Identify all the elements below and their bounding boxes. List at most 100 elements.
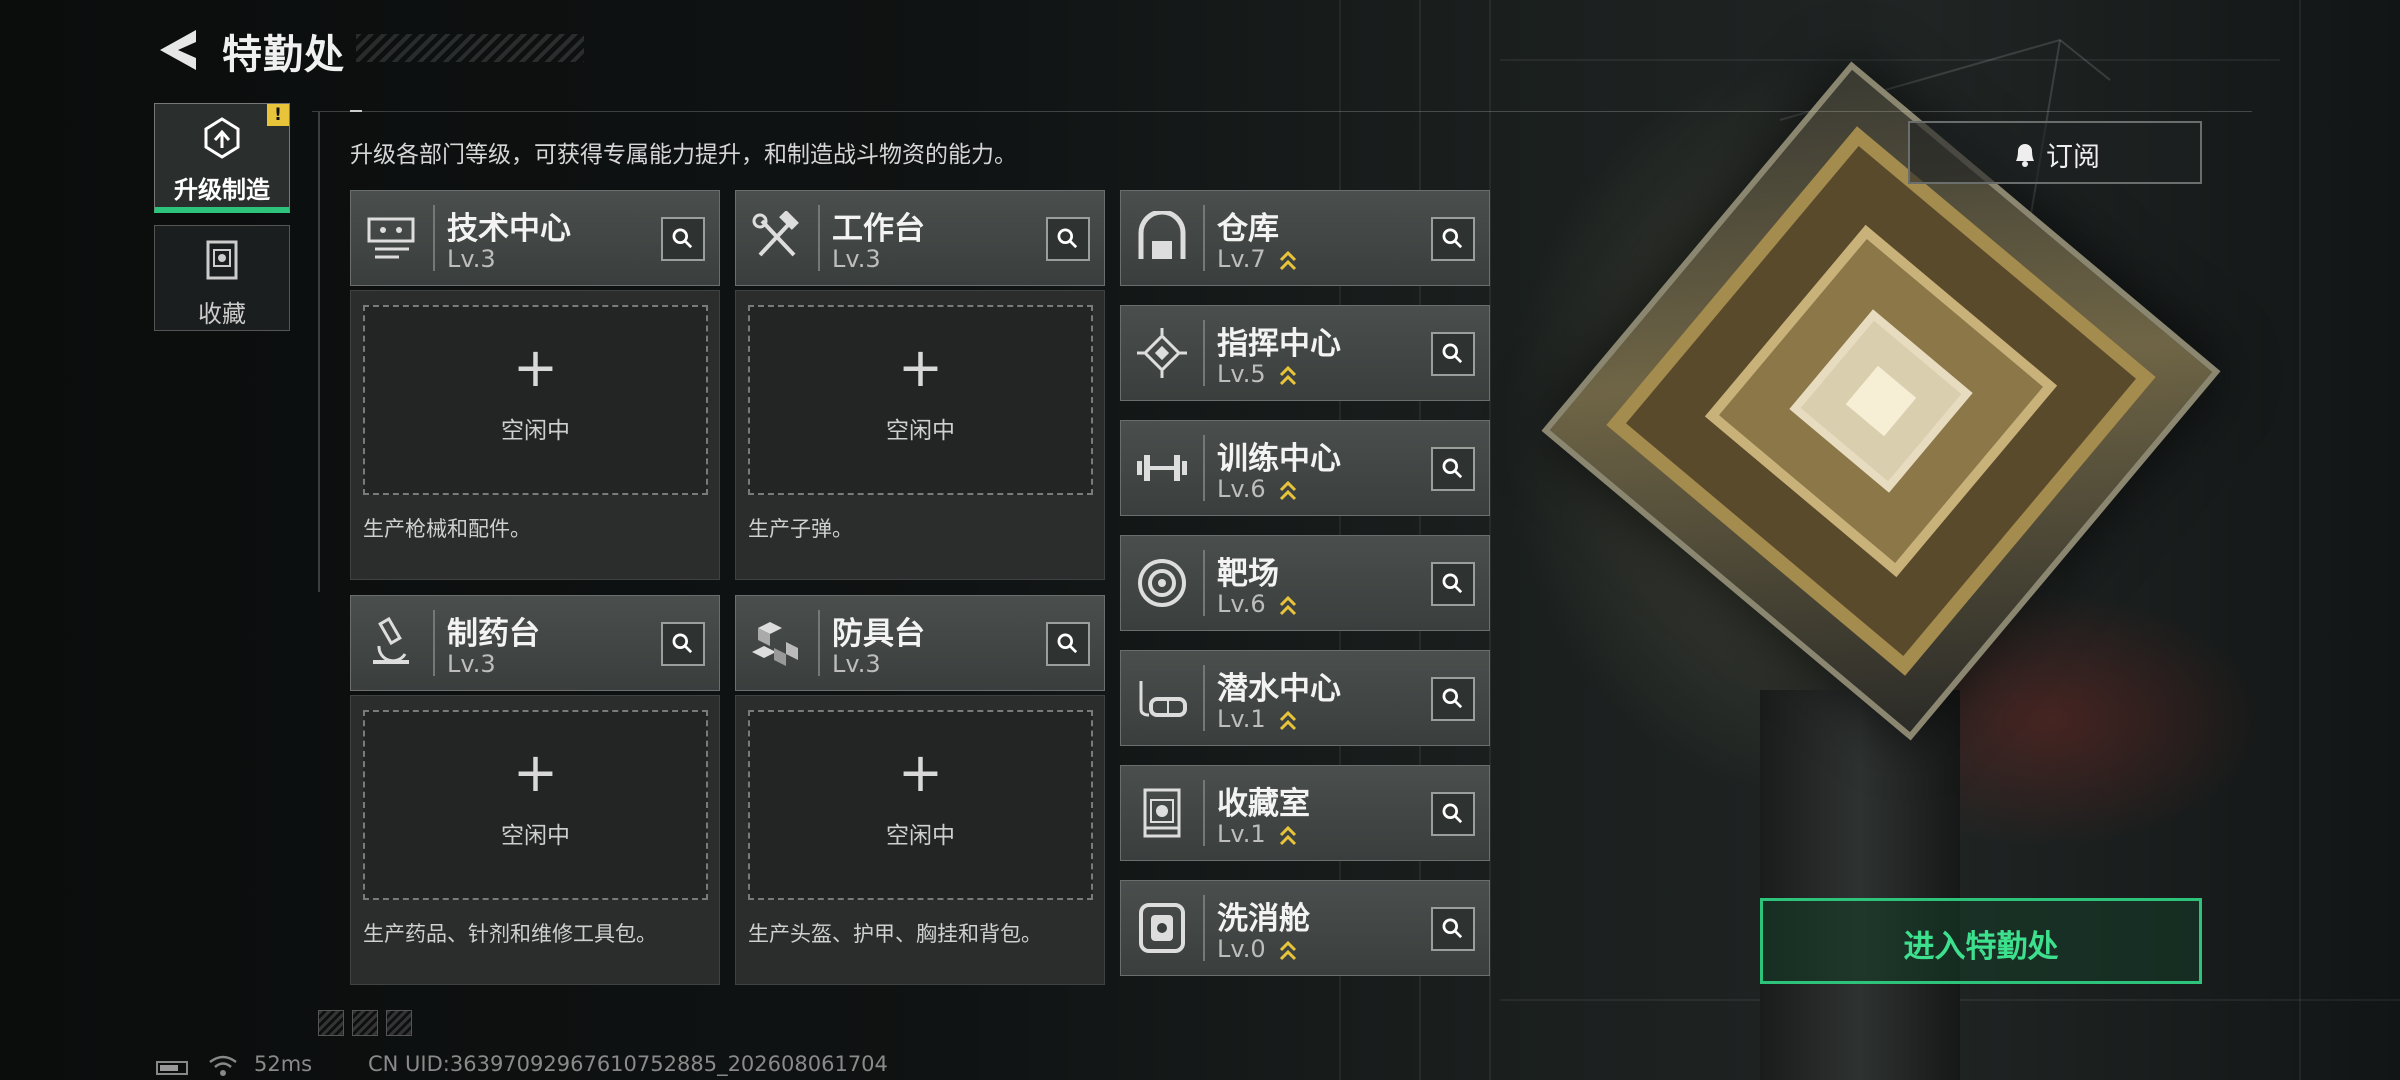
department-card-diving-center[interactable]: 潜水中心 Lv.1 xyxy=(1120,650,1490,746)
decon-pod-icon xyxy=(1139,903,1185,953)
upgrade-available-icon xyxy=(1279,710,1297,731)
idle-production-slot[interactable]: + 空闲中 xyxy=(748,710,1093,900)
department-description: 生产枪械和配件。 xyxy=(363,517,531,541)
alert-badge: ! xyxy=(267,104,289,126)
department-level: Lv.1 xyxy=(1217,820,1266,848)
upgrade-available-icon xyxy=(1279,595,1297,616)
dumbbell-icon xyxy=(1137,455,1187,481)
enter-label: 进入特勤处 xyxy=(1903,929,2059,965)
department-card-workbench[interactable]: 工作台 Lv.3 xyxy=(735,190,1105,286)
battery-icon xyxy=(156,1061,188,1075)
department-card-shooting-range[interactable]: 靶场 Lv.6 xyxy=(1120,535,1490,631)
search-icon[interactable] xyxy=(1431,677,1475,721)
enter-special-ops-button[interactable]: 进入特勤处 xyxy=(1760,898,2202,984)
decoration xyxy=(318,1010,344,1036)
department-card-decon-pod[interactable]: 洗消舱 Lv.0 xyxy=(1120,880,1490,976)
chip-icon xyxy=(1137,328,1187,378)
hammer-wrench-icon xyxy=(752,211,799,257)
department-card-warehouse[interactable]: 仓库 Lv.7 xyxy=(1120,190,1490,286)
department-description: 生产子弹。 xyxy=(748,517,853,541)
department-name: 训练中心 xyxy=(1217,441,1341,477)
search-icon[interactable] xyxy=(1431,217,1475,261)
department-card-training-center[interactable]: 训练中心 Lv.6 xyxy=(1120,420,1490,516)
department-level: Lv.3 xyxy=(832,650,881,678)
department-name: 收藏室 xyxy=(1217,786,1310,822)
slot-status: 空闲中 xyxy=(886,418,955,444)
idle-production-slot[interactable]: + 空闲中 xyxy=(363,305,708,495)
plus-icon: + xyxy=(512,741,559,804)
department-description: 生产头盔、护甲、胸挂和背包。 xyxy=(748,922,1042,946)
department-name: 仓库 xyxy=(1217,211,1279,247)
tech-center-icon xyxy=(367,217,415,259)
ping-readout: 52ms xyxy=(254,1052,313,1076)
department-name: 洗消舱 xyxy=(1217,901,1310,937)
production-panel-pharmacy: + 空闲中 生产药品、针剂和维修工具包。 xyxy=(350,695,720,985)
collection-icon xyxy=(206,240,238,280)
department-level: Lv.7 xyxy=(1217,245,1266,273)
department-level: Lv.6 xyxy=(1217,475,1266,503)
slot-status: 空闲中 xyxy=(886,823,955,849)
department-card-tech-center[interactable]: 技术中心 Lv.3 xyxy=(350,190,720,286)
upgrade-available-icon xyxy=(1279,480,1297,501)
plus-icon: + xyxy=(897,741,944,804)
department-card-pharmacy[interactable]: 制药台 Lv.3 xyxy=(350,595,720,691)
department-level: Lv.3 xyxy=(832,245,881,273)
department-level: Lv.3 xyxy=(447,245,496,273)
search-icon[interactable] xyxy=(1431,792,1475,836)
tab-label: 收藏 xyxy=(198,300,246,328)
tab-upgrade-production[interactable]: ! 升级制造 xyxy=(154,103,290,213)
upgrade-available-icon xyxy=(1279,825,1297,846)
intro-text: 升级各部门等级，可获得专属能力提升，和制造战斗物资的能力。 xyxy=(350,142,1017,168)
tab-label: 升级制造 xyxy=(174,176,270,204)
divider xyxy=(312,111,2252,112)
upgrade-available-icon xyxy=(1279,250,1297,271)
department-name: 潜水中心 xyxy=(1217,671,1341,707)
production-panel-tech-center: + 空闲中 生产枪械和配件。 xyxy=(350,290,720,580)
department-card-collection-room[interactable]: 收藏室 Lv.1 xyxy=(1120,765,1490,861)
department-level: Lv.1 xyxy=(1217,705,1266,733)
production-panel-armor-bench: + 空闲中 生产头盔、护甲、胸挂和背包。 xyxy=(735,695,1105,985)
search-icon[interactable] xyxy=(1046,217,1090,261)
production-panel-workbench: + 空闲中 生产子弹。 xyxy=(735,290,1105,580)
back-arrow-icon[interactable] xyxy=(156,26,200,74)
tab-collection[interactable]: 收藏 xyxy=(154,225,290,331)
decoration xyxy=(352,1010,378,1036)
department-level: Lv.5 xyxy=(1217,360,1266,388)
department-name: 防具台 xyxy=(832,616,925,652)
user-uid: CN UID:36397092967610752885_202608061704 xyxy=(368,1052,888,1076)
plus-icon: + xyxy=(897,336,944,399)
page-title: 特勤处 xyxy=(222,32,345,78)
display-case-icon xyxy=(1143,788,1181,838)
slot-status: 空闲中 xyxy=(501,418,570,444)
upgrade-available-icon xyxy=(1279,940,1297,961)
divider xyxy=(350,110,362,112)
department-level: Lv.6 xyxy=(1217,590,1266,618)
subscribe-button[interactable]: 订阅 xyxy=(1908,121,2202,184)
department-description: 生产药品、针剂和维修工具包。 xyxy=(363,922,657,946)
target-icon xyxy=(1138,559,1186,607)
search-icon[interactable] xyxy=(1431,447,1475,491)
title-decoration xyxy=(356,34,584,62)
department-name: 制药台 xyxy=(447,616,540,652)
department-card-armor-bench[interactable]: 防具台 Lv.3 xyxy=(735,595,1105,691)
warehouse-icon xyxy=(1138,211,1186,259)
search-icon[interactable] xyxy=(661,217,705,261)
search-icon[interactable] xyxy=(1431,907,1475,951)
search-icon[interactable] xyxy=(1046,622,1090,666)
idle-production-slot[interactable]: + 空闲中 xyxy=(363,710,708,900)
wifi-icon xyxy=(209,1055,237,1076)
search-icon[interactable] xyxy=(1431,562,1475,606)
diving-mask-icon xyxy=(1139,681,1187,717)
idle-production-slot[interactable]: + 空闲中 xyxy=(748,305,1093,495)
department-name: 技术中心 xyxy=(447,211,571,247)
search-icon[interactable] xyxy=(661,622,705,666)
upgrade-icon xyxy=(204,117,240,159)
divider xyxy=(318,112,320,592)
plus-icon: + xyxy=(512,336,559,399)
cubes-icon xyxy=(752,622,798,666)
department-name: 工作台 xyxy=(832,211,925,247)
search-icon[interactable] xyxy=(1431,332,1475,376)
subscribe-label: 订阅 xyxy=(2046,142,2100,173)
department-name: 靶场 xyxy=(1217,556,1279,592)
department-card-command-center[interactable]: 指挥中心 Lv.5 xyxy=(1120,305,1490,401)
